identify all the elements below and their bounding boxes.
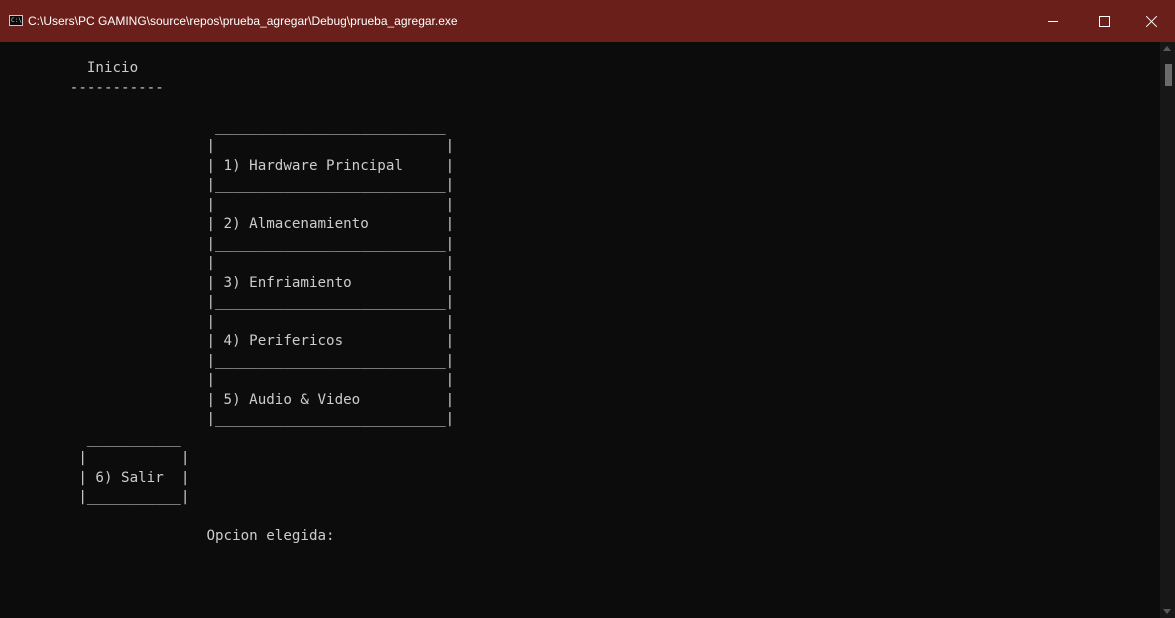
console-app-icon: C:\ <box>9 15 23 26</box>
window-title: C:\Users\PC GAMING\source\repos\prueba_a… <box>28 14 458 28</box>
console-line-blank <box>10 98 454 118</box>
menu-box-spacer: | | <box>10 313 455 330</box>
menu-box-divider: |___________________________| <box>10 294 455 310</box>
close-button[interactable] <box>1129 0 1175 42</box>
menu-option-2: | 2) Almacenamiento | <box>10 216 455 232</box>
maximize-button[interactable] <box>1081 0 1127 42</box>
menu-box-divider: |___________________________| <box>10 352 455 369</box>
vertical-scrollbar[interactable] <box>1160 42 1175 618</box>
console-text: Inicio ----------- _____________________… <box>10 59 454 547</box>
menu-option-1: | 1) Hardware Principal | <box>10 157 455 174</box>
menu-box-divider: |___________________________| <box>10 235 455 252</box>
title-bar[interactable]: C:\ C:\Users\PC GAMING\source\repos\prue… <box>0 0 1175 42</box>
exit-box-spacer: | | <box>10 450 190 466</box>
console-output[interactable]: Inicio ----------- _____________________… <box>0 42 1160 618</box>
menu-box-spacer: | | <box>10 255 455 271</box>
console-line-blank <box>10 508 454 528</box>
menu-option-3: | 3) Enfriamiento | <box>10 274 455 291</box>
minimize-icon <box>1048 20 1058 22</box>
menu-box-spacer: | | <box>10 138 455 154</box>
menu-option-6-exit: | 6) Salir | <box>10 469 190 486</box>
maximize-icon <box>1098 15 1110 27</box>
console-line-title: Inicio <box>10 60 139 76</box>
menu-box-top: ___________________________ <box>10 118 446 135</box>
minimize-button[interactable] <box>1030 0 1076 42</box>
console-window: C:\ C:\Users\PC GAMING\source\repos\prue… <box>0 0 1175 618</box>
scroll-down-arrow-icon[interactable] <box>1163 609 1171 614</box>
menu-box-spacer: | | <box>10 196 455 213</box>
menu-option-5: | 5) Audio & Video | <box>10 391 455 408</box>
menu-box-bottom: |___________________________| <box>10 411 455 427</box>
scroll-up-arrow-icon[interactable] <box>1163 46 1171 51</box>
option-prompt: Opcion elegida: <box>10 528 335 544</box>
menu-option-4: | 4) Perifericos | <box>10 333 455 349</box>
console-line-title-underline: ----------- <box>10 79 164 96</box>
scrollbar-thumb[interactable] <box>1165 64 1172 86</box>
exit-box-top: ___________ <box>10 430 181 447</box>
menu-box-spacer: | | <box>10 372 455 388</box>
exit-box-bottom: |___________| <box>10 489 190 505</box>
close-icon <box>1146 15 1158 27</box>
menu-box-divider: |___________________________| <box>10 177 455 193</box>
